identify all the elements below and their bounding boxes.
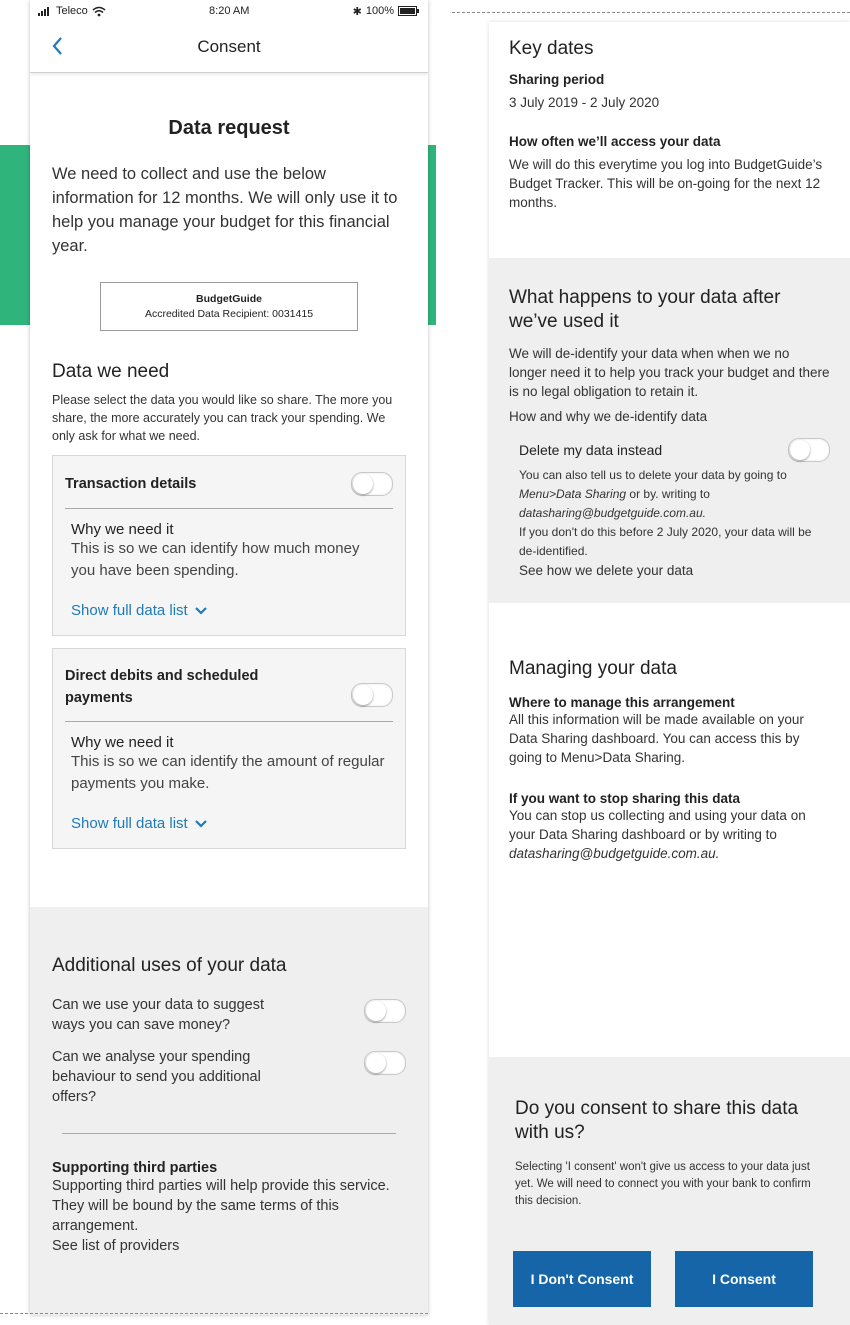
managing-heading: Managing your data (509, 658, 677, 679)
show-list-label: Show full data list (71, 815, 188, 832)
third-parties-text: Supporting third parties will help provi… (52, 1178, 390, 1234)
recipient-name: BudgetGuide (196, 293, 262, 305)
question-text: Can we use your data to suggest ways you… (52, 997, 264, 1033)
page-title: Data request (168, 117, 290, 139)
show-list-label: Show full data list (71, 602, 188, 619)
card-header: Transaction details (65, 456, 393, 509)
key-dates-heading: Key dates (509, 38, 594, 59)
third-parties-title: Supporting third parties (52, 1160, 218, 1176)
consent-heading: Do you consent to share this data with u… (515, 1098, 799, 1143)
recipient-id: Accredited Data Recipient: 0031415 (144, 308, 314, 320)
question-offers: Can we analyse your spending behaviour t… (52, 1047, 406, 1107)
after-use-text: We will de-identify your data when when … (509, 346, 830, 399)
nav-bar: Consent (30, 22, 428, 73)
why-text: This is so we can identify the amount of… (71, 753, 385, 792)
access-frequency-text: We will do this everytime you log into B… (509, 157, 823, 210)
why-title: Why we need it (71, 734, 174, 751)
bluetooth-icon: ✱ (352, 5, 362, 18)
offers-toggle[interactable] (364, 1051, 406, 1075)
data-request-section: Data request We need to collect and use … (30, 117, 428, 849)
sharing-period-label: Sharing period (509, 72, 605, 87)
consent-screen-part-2: Key dates Sharing period 3 July 2019 - 2… (489, 22, 850, 1325)
consent-button[interactable]: I Consent (675, 1251, 813, 1307)
deidentify-link[interactable]: How and why we de-identify data (509, 407, 830, 426)
delete-data-label: Delete my data instead (519, 442, 663, 458)
after-use-heading: What happens to your data after we’ve us… (509, 287, 781, 332)
stop-sharing-text: You can stop us collecting and using you… (509, 806, 830, 863)
show-full-data-list-link[interactable]: Show full data list (71, 815, 387, 832)
dont-consent-button[interactable]: I Don't Consent (513, 1251, 651, 1307)
delete-data-text: You can also tell us to delete your data… (519, 466, 830, 561)
nav-title: Consent (197, 37, 261, 56)
delete-email: datasharing@budgetguide.com.au. (519, 506, 706, 520)
stop-sharing-label: If you want to stop sharing this data (509, 791, 741, 806)
wifi-icon (92, 6, 106, 16)
delete-text-3: If you don't do this before 2 July 2020,… (519, 525, 812, 558)
stop-email: datasharing@budgetguide.com.au. (509, 846, 720, 861)
where-to-manage-label: Where to manage this arrangement (509, 695, 735, 710)
delete-data-row: Delete my data instead (519, 438, 830, 462)
carrier-name: Teleco (56, 5, 88, 17)
carrier-group: Teleco (38, 5, 106, 17)
chevron-down-icon (194, 819, 207, 828)
delete-data-block: Delete my data instead You can also tell… (509, 438, 830, 580)
show-full-data-list-link[interactable]: Show full data list (71, 602, 387, 619)
card-title: Direct debits and scheduled payments (65, 668, 259, 706)
card-why-block: Why we need it This is so we can identif… (65, 509, 393, 635)
data-we-need-description: Please select the data you would like so… (52, 393, 393, 443)
save-money-toggle[interactable] (364, 999, 406, 1023)
delete-data-toggle[interactable] (788, 438, 830, 462)
where-to-manage-text: All this information will be made availa… (509, 712, 804, 765)
data-we-need-heading: Data we need (52, 361, 170, 382)
card-title: Transaction details (65, 476, 197, 492)
question-text: Can we analyse your spending behaviour t… (52, 1049, 261, 1105)
sharing-period-value: 3 July 2019 - 2 July 2020 (509, 95, 660, 110)
battery-percent: 100% (365, 5, 394, 17)
card-header: Direct debits and scheduled payments (65, 649, 393, 722)
divider-dashed-top (452, 12, 850, 13)
intro-text: We need to collect and use the below inf… (52, 165, 398, 255)
divider-dashed-bottom (0, 1313, 428, 1314)
signal-icon (38, 7, 49, 16)
battery-group: ✱ 100% (353, 5, 420, 18)
why-title: Why we need it (71, 521, 174, 538)
card-why-block: Why we need it This is so we can identif… (65, 722, 393, 848)
see-list-of-providers-link[interactable]: See list of providers (52, 1236, 406, 1256)
recipient-box: BudgetGuide Accredited Data Recipient: 0… (100, 282, 358, 331)
transaction-details-toggle[interactable] (351, 472, 393, 496)
delete-menu-path: Menu>Data Sharing (519, 487, 627, 501)
consent-screen-part-1: Teleco 8:20 AM ✱ 100% Consent Data reque… (30, 0, 428, 1315)
why-text: This is so we can identify how much mone… (71, 540, 360, 579)
divider (62, 1133, 396, 1134)
data-card-direct-debits: Direct debits and scheduled payments Why… (52, 648, 406, 849)
additional-uses-heading: Additional uses of your data (52, 955, 287, 976)
stop-text: You can stop us collecting and using you… (509, 808, 806, 842)
additional-uses-section: Additional uses of your data Can we use … (30, 907, 428, 1315)
consent-text: Selecting 'I consent' won't give us acce… (515, 1161, 811, 1207)
battery-icon (397, 6, 419, 16)
after-use-section: What happens to your data after we’ve us… (489, 258, 850, 603)
access-frequency-label: How often we’ll access your data (509, 134, 721, 149)
delete-text-2: or by. writing to (629, 487, 710, 501)
managing-section: Managing your data Where to manage this … (489, 657, 850, 863)
back-chevron-icon[interactable] (48, 34, 68, 58)
see-how-we-delete-link[interactable]: See how we delete your data (519, 561, 830, 580)
status-bar: Teleco 8:20 AM ✱ 100% (30, 0, 428, 22)
question-save-money: Can we use your data to suggest ways you… (52, 995, 406, 1035)
consent-buttons: I Don't Consent I Consent (513, 1251, 813, 1307)
delete-text-1: You can also tell us to delete your data… (519, 468, 787, 482)
consent-section: Do you consent to share this data with u… (489, 1057, 850, 1325)
data-card-transactions: Transaction details Why we need it This … (52, 455, 406, 636)
key-dates-section: Key dates Sharing period 3 July 2019 - 2… (489, 38, 850, 212)
direct-debits-toggle[interactable] (351, 683, 393, 707)
clock: 8:20 AM (209, 5, 250, 17)
chevron-down-icon (194, 606, 207, 615)
